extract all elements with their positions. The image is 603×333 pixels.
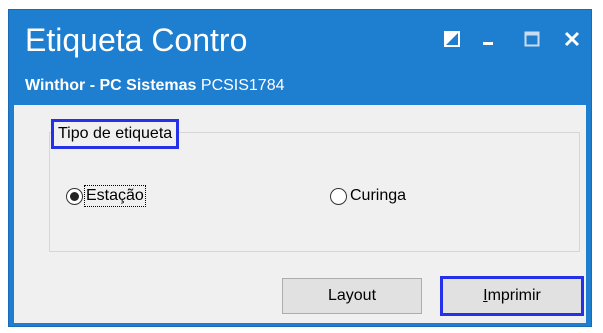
dialog-body: Tipo de etiqueta Estação Curinga Layout … bbox=[14, 105, 586, 323]
maximize-icon[interactable] bbox=[521, 28, 543, 50]
window-subtitle: Winthor - PC Sistemas PCSIS1784 bbox=[25, 76, 285, 96]
dialog-window: Etiqueta Contro Winthor - PC Sistemas PC… bbox=[8, 9, 592, 327]
radio-curinga-label: Curinga bbox=[350, 187, 407, 204]
radio-unselected-icon bbox=[330, 187, 347, 205]
group-legend: Tipo de etiqueta bbox=[51, 119, 180, 149]
radio-estacao[interactable]: Estação bbox=[66, 185, 146, 207]
print-label-rest: mprimir bbox=[487, 287, 541, 304]
print-button-label: Imprimir bbox=[483, 287, 541, 305]
minimize-icon[interactable] bbox=[477, 28, 499, 50]
restore-icon[interactable] bbox=[441, 28, 463, 50]
program-code: PCSIS1784 bbox=[200, 77, 285, 94]
radio-curinga[interactable]: Curinga bbox=[330, 187, 406, 205]
brand-label: Winthor - PC Sistemas bbox=[25, 77, 197, 94]
close-icon[interactable] bbox=[561, 28, 583, 50]
layout-button[interactable]: Layout bbox=[282, 278, 422, 314]
radio-selected-icon bbox=[66, 187, 83, 205]
print-button[interactable]: Imprimir bbox=[440, 276, 584, 316]
window-title: Etiqueta Contro bbox=[25, 22, 248, 58]
radio-estacao-label: Estação bbox=[84, 185, 146, 207]
layout-button-label: Layout bbox=[327, 287, 377, 304]
